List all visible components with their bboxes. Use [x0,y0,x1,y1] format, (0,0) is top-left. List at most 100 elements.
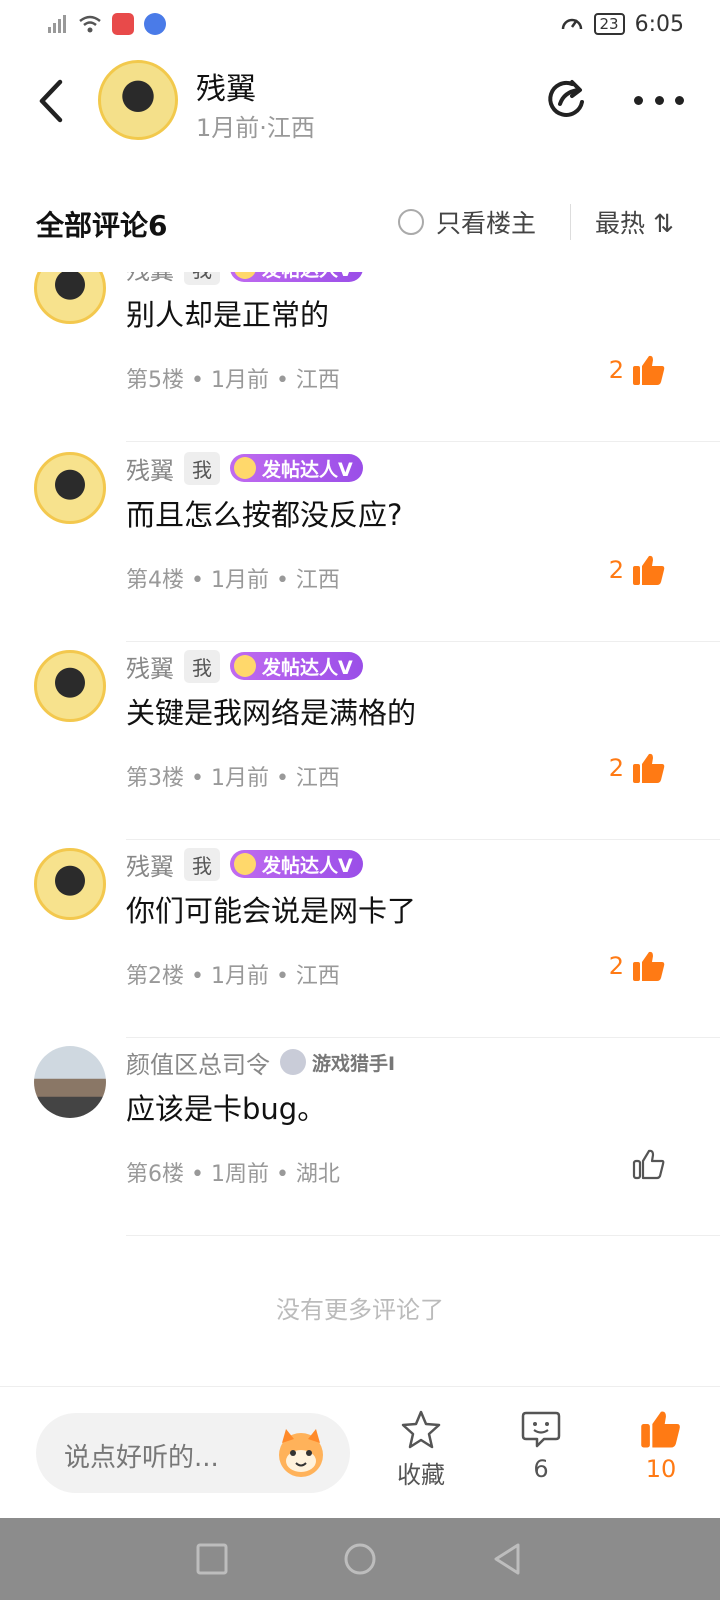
thumbs-up-filled-icon [633,555,665,585]
like-count: 10 [645,1455,677,1483]
comment-text[interactable]: 应该是卡bug。 [126,1086,326,1128]
collect-label: 收藏 [397,1461,445,1489]
share-button[interactable] [544,76,590,122]
thumbs-up-outline-icon [632,1149,665,1180]
badge-mascot-icon [234,272,256,279]
comment-input[interactable]: 说点好听的... [36,1413,350,1493]
recent-apps-button[interactable] [194,1541,230,1577]
badge-mascot-icon [234,457,256,479]
hunter-badge-icon [280,1049,306,1075]
like-button[interactable]: 2 [609,950,666,982]
home-button[interactable] [342,1541,378,1577]
commenter-name[interactable]: 残翼 [126,649,174,684]
collect-button[interactable]: 收藏 [376,1409,466,1490]
like-count: 2 [608,754,624,782]
comment-item: 残翼 我 发帖达人V 关键是我网络是满格的 第3楼 • 1月前 • 江西 2 [0,642,720,840]
badge-mascot-icon [234,853,256,875]
me-tag: 我 [184,847,220,881]
badge-label: 发帖达人V [262,656,353,679]
star-icon [401,1410,441,1449]
post-header: 残翼 1月前·江西 [0,56,720,146]
thumbs-up-filled-icon [633,355,665,385]
author-avatar[interactable] [98,60,178,140]
like-button[interactable]: 2 [609,554,666,586]
like-post-button[interactable]: 10 [616,1409,706,1483]
commenter-avatar[interactable] [34,848,106,920]
comment-item: 残翼 我 发帖达人V 别人却是正常的 第5楼 • 1月前 • 江西 2 [0,272,720,442]
like-button[interactable]: 2 [609,354,666,386]
status-icons-left [46,13,166,35]
comments-button[interactable]: 6 [496,1409,586,1483]
comment-text[interactable]: 而且怎么按都没反应? [126,492,402,534]
commenter-name-row: 残翼 我 发帖达人V [126,272,363,286]
thumbs-up-filled-icon [633,753,665,783]
more-options-button[interactable] [634,80,684,120]
speed-icon [561,18,582,30]
comment-item: 残翼 我 发帖达人V 而且怎么按都没反应? 第4楼 • 1月前 • 江西 2 [0,444,720,642]
like-button[interactable]: 2 [609,752,666,784]
comment-text[interactable]: 关键是我网络是满格的 [126,690,416,732]
wifi-icon [79,15,101,33]
comments-title: 全部评论6 [36,209,168,242]
like-count: 2 [608,356,624,384]
commenter-name[interactable]: 颜值区总司令 [126,1045,270,1080]
separator [126,441,720,442]
commenter-avatar[interactable] [34,650,106,722]
bottom-action-bar: 说点好听的... 收藏 6 10 [0,1386,720,1518]
me-tag: 我 [184,272,220,285]
mascot-emoji-icon[interactable] [272,1423,330,1481]
comments-header: 全部评论6 只看楼主 最热 ⇅ [0,190,720,254]
separator [126,1235,720,1236]
commenter-name[interactable]: 残翼 [126,272,174,286]
user-badge: 发帖达人V [230,454,363,482]
back-button[interactable] [34,78,70,124]
system-nav-bar [0,1518,720,1600]
commenter-name[interactable]: 残翼 [126,847,174,882]
back-nav-button[interactable] [490,1541,526,1577]
author-meta: 1月前·江西 [196,114,315,142]
commenter-avatar[interactable] [34,272,106,324]
app-notification-icon [112,13,134,35]
like-count: 2 [608,556,624,584]
commenter-name-row: 残翼 我 发帖达人V [126,451,363,486]
user-badge: 发帖达人V [230,850,363,878]
divider [570,204,571,240]
comment-meta: 第5楼 • 1月前 • 江西 [126,368,340,393]
comment-meta: 第3楼 • 1月前 • 江西 [126,766,340,791]
like-button[interactable] [632,1148,666,1180]
badge-mascot-icon [234,655,256,677]
sort-button[interactable]: 最热 ⇅ [595,204,674,240]
status-bar: 23 6:05 [0,0,720,48]
comment-count: 6 [533,1455,549,1483]
battery-icon: 23 [593,13,625,35]
thumbs-up-filled-icon [633,951,665,981]
radio-icon [398,209,424,235]
comment-input-placeholder: 说点好听的... [64,1443,219,1473]
comment-text[interactable]: 别人却是正常的 [126,292,329,334]
comment-meta: 第6楼 • 1周前 • 湖北 [126,1162,340,1187]
owner-only-toggle[interactable]: 只看楼主 [398,204,536,240]
comment-list[interactable]: 残翼 我 发帖达人V 别人却是正常的 第5楼 • 1月前 • 江西 2 残翼 我… [0,272,720,1352]
commenter-name-row: 颜值区总司令 游戏猎手I [126,1045,395,1080]
comment-text[interactable]: 你们可能会说是网卡了 [126,888,416,930]
user-badge: 游戏猎手I [280,1049,395,1076]
commenter-avatar[interactable] [34,452,106,524]
badge-label: 发帖达人V [262,272,353,282]
comment-bubble-icon [521,1411,561,1448]
like-count: 2 [608,952,624,980]
commenter-name-row: 残翼 我 发帖达人V [126,649,363,684]
user-badge: 发帖达人V [230,652,363,680]
owner-only-label: 只看楼主 [436,209,537,238]
comment-meta: 第2楼 • 1月前 • 江西 [126,964,340,989]
comment-item: 残翼 我 发帖达人V 你们可能会说是网卡了 第2楼 • 1月前 • 江西 2 [0,840,720,1038]
music-notification-icon [144,13,166,35]
commenter-name-row: 残翼 我 发帖达人V [126,847,363,882]
status-time: 6:05 [634,11,684,37]
thumbs-up-filled-icon [641,1411,680,1448]
user-badge: 发帖达人V [230,272,363,282]
author-name[interactable]: 残翼 [196,64,256,108]
commenter-name[interactable]: 残翼 [126,451,174,486]
commenter-avatar[interactable] [34,1046,106,1118]
comment-meta: 第4楼 • 1月前 • 江西 [126,568,340,593]
badge-label: 发帖达人V [262,458,353,481]
